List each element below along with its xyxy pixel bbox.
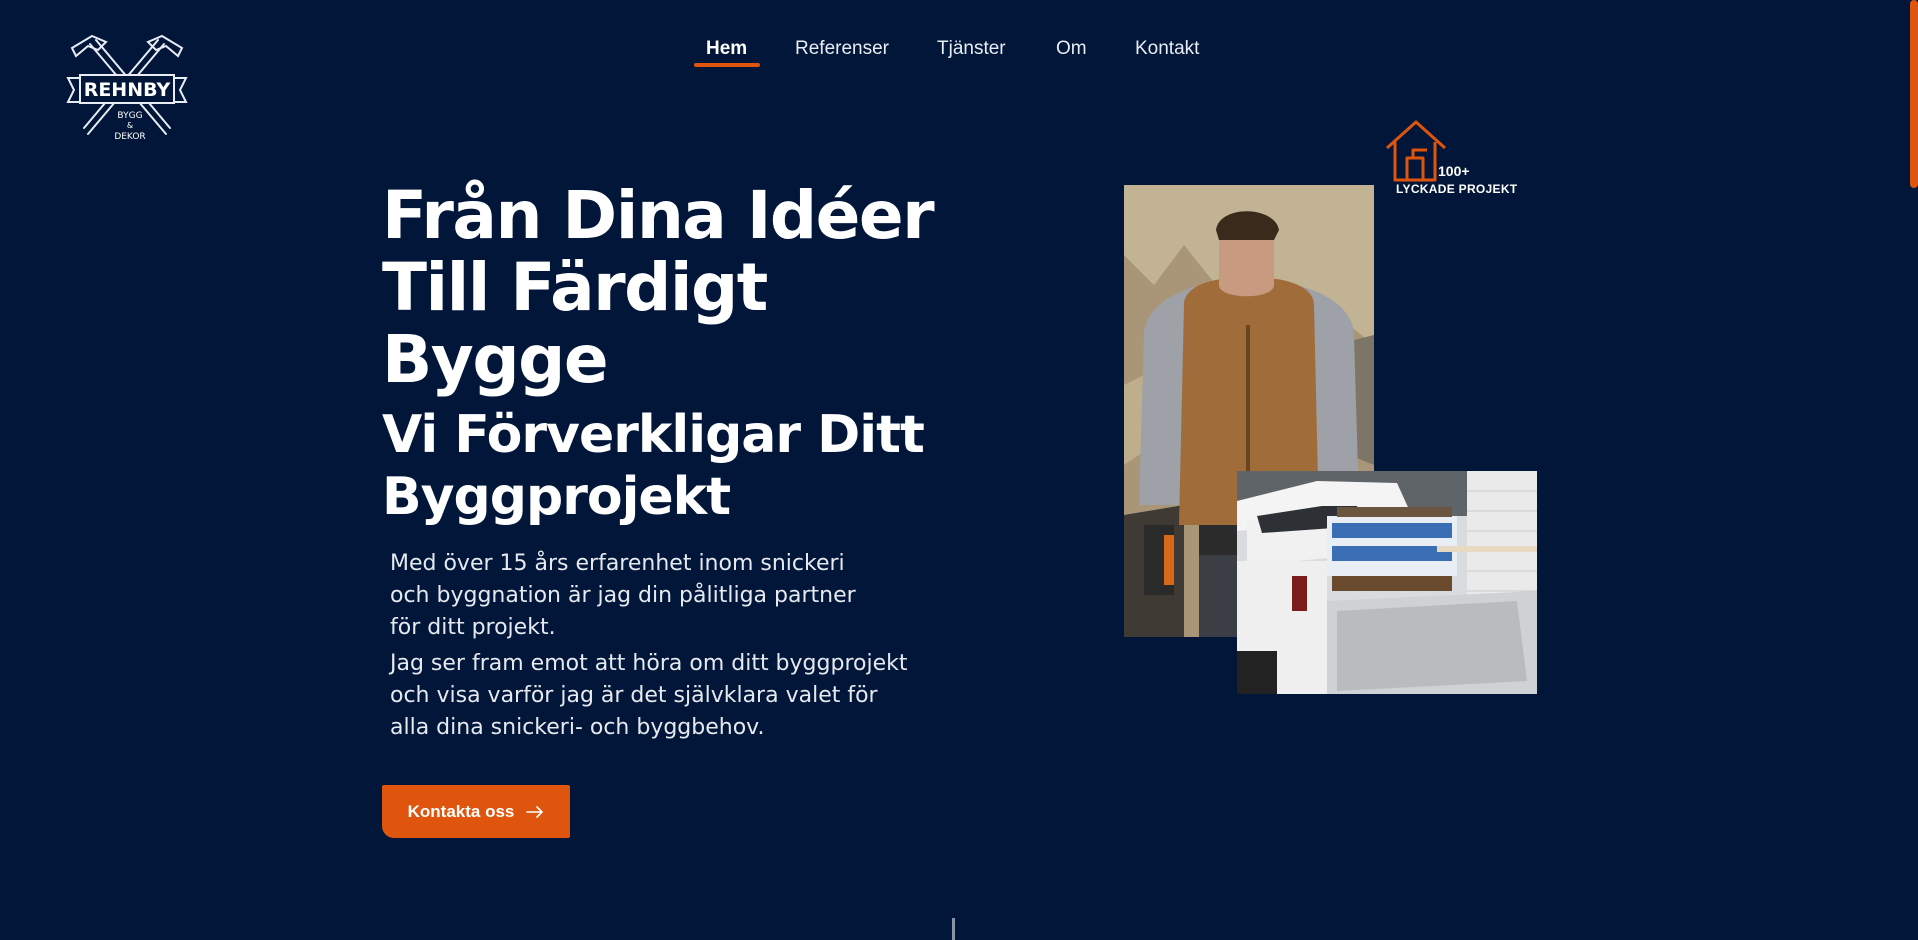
brand-tagline-2: & xyxy=(127,121,133,130)
brand-tagline-3: DEKOR xyxy=(114,132,145,142)
hero-subtitle: Vi Förverkligar Ditt Byggprojekt xyxy=(382,404,925,528)
nav-active-indicator xyxy=(694,63,760,67)
hero-title: Från Dina Idéer Till Färdigt Bygge xyxy=(382,177,935,398)
contact-cta-button[interactable]: Kontakta oss xyxy=(382,785,570,838)
hero-subtitle-line-1: Vi Förverkligar Ditt xyxy=(382,405,925,465)
hero-title-line-3: Bygge xyxy=(382,321,609,398)
nav-item-tjanster[interactable]: Tjänster xyxy=(937,38,1006,60)
nav-item-kontakt[interactable]: Kontakt xyxy=(1135,38,1199,60)
arrow-right-icon xyxy=(526,805,544,818)
nav-item-om[interactable]: Om xyxy=(1056,38,1087,60)
nav-item-referenser[interactable]: Referenser xyxy=(795,38,889,60)
main-nav: Hem Referenser Tjänster Om Kontakt xyxy=(0,38,1918,78)
contact-cta-label: Kontakta oss xyxy=(407,801,515,821)
brand-name: REHNBY xyxy=(84,79,171,101)
hero-paragraph-2: Jag ser fram emot att höra om ditt byggp… xyxy=(390,651,908,740)
brand-tagline-1: BYGG xyxy=(117,111,142,121)
nav-item-hem[interactable]: Hem xyxy=(706,38,747,60)
hero-title-line-2: Till Färdigt xyxy=(382,249,768,326)
hero-subtitle-line-2: Byggprojekt xyxy=(382,467,731,527)
scroll-indicator xyxy=(952,918,955,940)
projects-label: LYCKADE PROJEKT xyxy=(1396,182,1518,196)
hero-paragraph-1: Med över 15 års erfarenhet inom snickeri… xyxy=(390,551,856,640)
scrollbar-thumb[interactable] xyxy=(1910,0,1918,188)
hero-title-line-1: Från Dina Idéer xyxy=(382,177,935,254)
pickup-truck-photo xyxy=(1237,471,1537,694)
projects-count: 100+ xyxy=(1438,163,1470,179)
